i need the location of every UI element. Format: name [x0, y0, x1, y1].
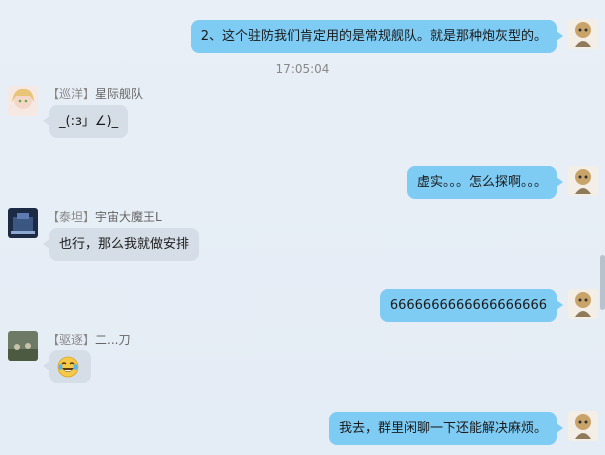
self-avatar[interactable] — [568, 19, 598, 49]
member-avatar[interactable] — [8, 86, 38, 116]
member-name: 二...刀 — [95, 333, 131, 347]
scrollbar-thumb[interactable] — [600, 255, 605, 310]
member-rank-tag: 【泰坦】 — [47, 210, 96, 224]
message-bubble-incoming[interactable]: 也行，那么我就做安排 — [42, 228, 200, 261]
message-bubble-outgoing[interactable]: 2、这个驻防我们肯定用的是常规舰队。就是那种炮灰型的。 — [190, 20, 564, 53]
message-bubble-outgoing[interactable]: 虚实。。。怎么探啊。。。 — [406, 166, 564, 199]
message-bubble-incoming[interactable]: _(:з」∠)_ — [42, 105, 129, 138]
member-rank-tag: 【巡洋】 — [47, 87, 96, 101]
message-timestamp: 17:05:04 — [275, 62, 330, 76]
member-avatar[interactable] — [8, 331, 38, 361]
member-name: 星际舰队 — [95, 87, 144, 101]
message-bubble-outgoing[interactable]: 6666666666666666666 — [379, 289, 564, 322]
message-bubble-outgoing[interactable]: 我去，群里闲聊一下还能解决麻烦。 — [328, 412, 564, 445]
self-avatar[interactable] — [568, 166, 598, 196]
message-bubble-incoming[interactable] — [43, 350, 91, 383]
laughing-tears-emoji-icon — [57, 356, 79, 378]
member-avatar[interactable] — [8, 208, 38, 238]
member-name-label: 【驱逐】二...刀 — [47, 331, 130, 348]
self-avatar[interactable] — [568, 289, 598, 319]
member-rank-tag: 【驱逐】 — [47, 333, 96, 347]
self-avatar[interactable] — [568, 411, 598, 441]
member-name-label: 【巡洋】星际舰队 — [47, 85, 143, 102]
member-name-label: 【泰坦】宇宙大魔王L — [47, 208, 162, 225]
member-name: 宇宙大魔王L — [95, 210, 162, 224]
